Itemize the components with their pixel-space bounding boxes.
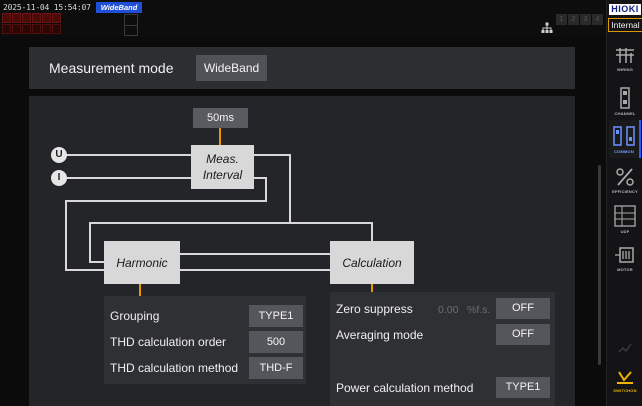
thd-order-button[interactable]: 500 [249, 331, 303, 353]
current-input-i: I [51, 170, 67, 186]
harmonic-block: Harmonic [104, 241, 180, 284]
meas-interval-line2: Interval [202, 168, 243, 182]
grouping-button[interactable]: TYPE1 [249, 305, 303, 327]
thd-method-button[interactable]: THD-F [249, 357, 303, 379]
meas-interval-line1: Meas. [206, 152, 239, 166]
thd-method-label: THD calculation method [110, 361, 239, 375]
meas-interval-block: Meas. Interval [191, 145, 254, 189]
zero-suppress-unit: %f.s. [467, 304, 491, 316]
calculation-block: Calculation [330, 241, 414, 284]
power-method-button[interactable]: TYPE1 [496, 377, 550, 398]
voltage-input-u: U [51, 147, 67, 163]
averaging-mode-button[interactable]: OFF [496, 324, 550, 345]
measurement-interval-button[interactable]: 50ms [193, 108, 248, 128]
grouping-label: Grouping [110, 309, 160, 323]
zero-suppress-button[interactable]: OFF [496, 298, 550, 319]
zero-suppress-amount: 0.00 [438, 304, 459, 316]
averaging-mode-label: Averaging mode [336, 328, 424, 342]
power-method-label: Power calculation method [336, 381, 474, 395]
zero-suppress-label: Zero suppress [336, 302, 413, 316]
thd-order-label: THD calculation order [110, 335, 227, 349]
